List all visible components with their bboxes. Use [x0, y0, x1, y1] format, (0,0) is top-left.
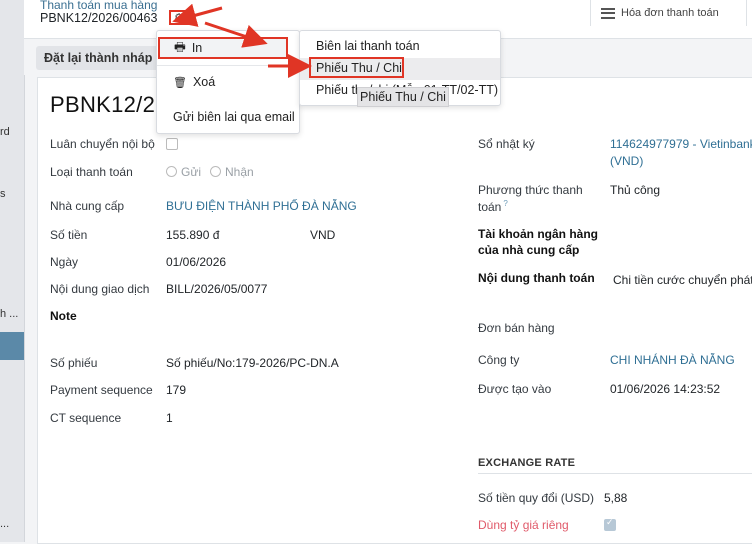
internal-transfer-label: Luân chuyển nội bộ [50, 137, 155, 151]
ct-sequence-label: CT sequence [50, 411, 122, 425]
created-on-value: 01/06/2026 14:23:52 [610, 382, 721, 396]
vendor-bank-label-line2: của nhà cung cấp [478, 243, 580, 257]
created-on-label: Được tạo vào [478, 382, 552, 396]
gear-icon[interactable]: ⚙ [169, 10, 189, 25]
amount-label: Số tiền [50, 228, 88, 242]
payment-type-receive-label: Nhận [225, 165, 254, 179]
note-label: Note [50, 309, 77, 323]
sidebar-active-item[interactable] [0, 332, 24, 360]
company-link[interactable]: CHI NHÁNH ĐÀ NẴNG [610, 353, 735, 367]
delete-label: Xoá [192, 75, 216, 89]
date-label: Ngày [50, 255, 79, 269]
payment-content-value[interactable]: Chi tiền cước chuyển phát n [613, 273, 752, 287]
payment-method-value: Thủ công [610, 183, 661, 197]
payment-content-label: Nội dung thanh toán [478, 271, 595, 285]
internal-transfer-checkbox[interactable] [166, 138, 178, 150]
send-receipt-menu-item[interactable]: Gửi biên lai qua email [157, 106, 299, 128]
tooltip: Phiếu Thu / Chi [357, 87, 449, 107]
radio-icon [210, 166, 221, 177]
payment-type-receive-radio[interactable]: Nhận [210, 165, 254, 179]
payment-method-label: Phương thức thanh [478, 183, 583, 197]
payment-type-send-radio[interactable]: Gửi [166, 165, 201, 179]
breadcrumb-record-name: PBNK12/2026/00463 [40, 11, 158, 25]
exchange-rate-section-title: EXCHANGE RATE [478, 457, 576, 469]
smart-button-partial[interactable] [746, 0, 752, 26]
converted-amount-value: 5,88 [604, 491, 628, 505]
annotation-box [309, 57, 404, 78]
help-icon[interactable]: ? [503, 199, 507, 208]
ct-sequence-value: 1 [166, 411, 173, 425]
gear-dropdown-menu: 🖶 In 🗑 Xoá Gửi biên lai qua email [156, 30, 300, 134]
memo-value: BILL/2026/05/0077 [166, 282, 268, 296]
print-receipt-item[interactable]: Biên lai thanh toán [300, 39, 500, 53]
reset-to-draft-button[interactable]: Đặt lại thành nháp [36, 46, 161, 70]
vendor-link[interactable]: BƯU ĐIỆN THÀNH PHỐ ĐÀ NẴNG [166, 199, 357, 213]
payment-method-label-line2: toán? [478, 199, 508, 214]
journal-link-currency[interactable]: (VND) [610, 154, 643, 168]
currency-value: VND [310, 228, 336, 242]
payment-type-label: Loại thanh toán [50, 165, 133, 179]
voucher-number-label: Số phiếu [50, 356, 98, 370]
date-value: 01/06/2026 [166, 255, 227, 269]
print-label: In [191, 41, 203, 55]
custom-rate-label: Dùng tỷ giá riêng [478, 518, 569, 532]
memo-label: Nội dung giao dịch [50, 282, 150, 296]
print-icon: 🖶 [174, 39, 186, 54]
sidebar-fragment-2[interactable]: s [0, 188, 6, 200]
custom-rate-checkbox[interactable] [604, 517, 616, 531]
trash-icon: 🗑 [173, 76, 187, 89]
amount-value: 155.890 đ [166, 228, 220, 242]
payment-sequence-label: Payment sequence [50, 383, 153, 397]
invoice-smart-button[interactable]: Hóa đơn thanh toán [590, 0, 752, 26]
voucher-number-value: Số phiếu/No:179-2026/PC-DN.A [166, 356, 339, 370]
sidebar-fragment-bottom[interactable]: ... [0, 518, 9, 530]
left-sidebar: rd s h ... ... [0, 0, 25, 542]
sale-order-label: Đơn bán hàng [478, 321, 555, 335]
menu-divider [157, 65, 299, 66]
print-menu-item[interactable]: 🖶 In [158, 37, 288, 59]
invoice-button-label: Hóa đơn thanh toán [621, 7, 719, 19]
vendor-bank-label: Tài khoản ngân hàng [478, 227, 599, 241]
section-divider [478, 473, 752, 474]
radio-icon [166, 166, 177, 177]
delete-menu-item[interactable]: 🗑 Xoá [157, 71, 299, 93]
payment-sequence-value: 179 [166, 383, 187, 397]
company-label: Công ty [478, 353, 520, 367]
list-icon [601, 7, 615, 19]
journal-label: Sổ nhật ký [478, 137, 535, 151]
payment-method-label-text: toán [478, 200, 502, 214]
journal-link[interactable]: 114624977979 - Vietinbank [610, 137, 752, 151]
sidebar-fragment-3[interactable]: h ... [0, 308, 18, 320]
payment-type-send-label: Gửi [181, 165, 202, 179]
sidebar-fragment-1[interactable]: rd [0, 126, 10, 138]
converted-amount-label: Số tiền quy đổi (USD) [478, 491, 595, 505]
vendor-label: Nhà cung cấp [50, 199, 125, 213]
